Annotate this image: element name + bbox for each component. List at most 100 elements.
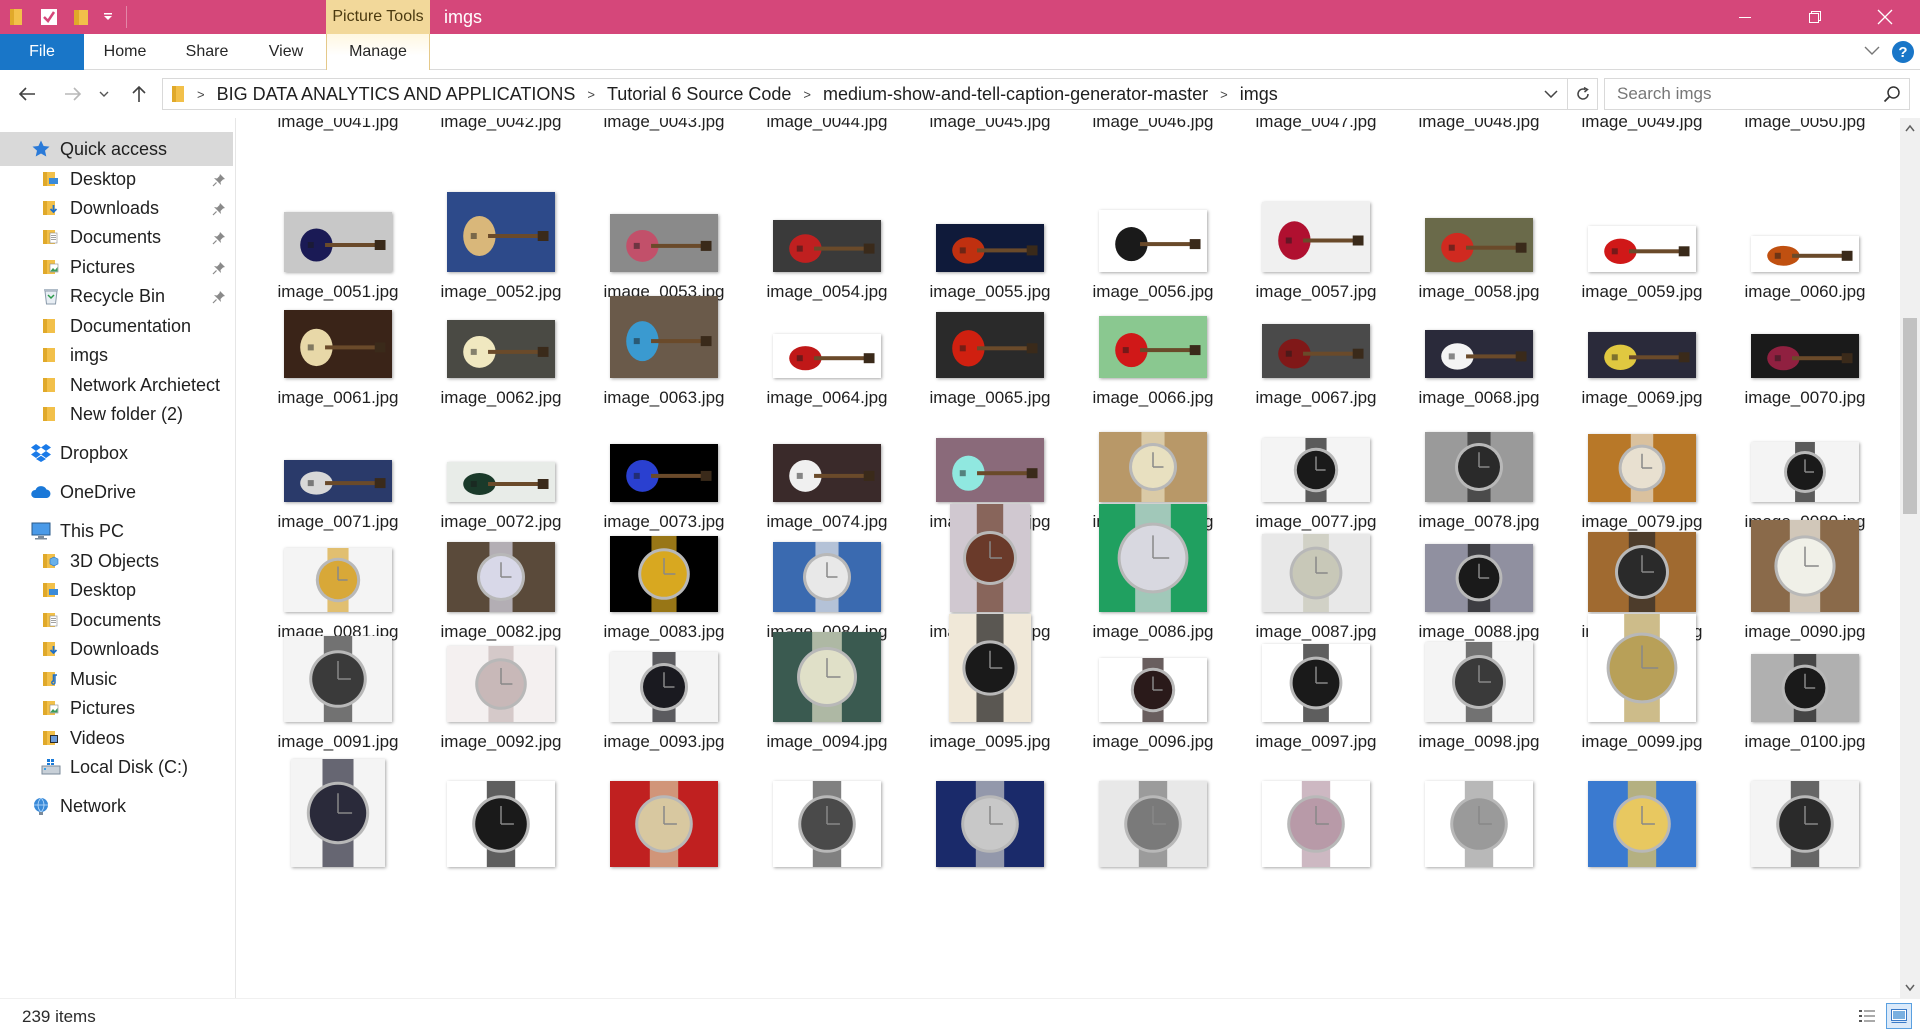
recycle-bin-icon [40, 286, 62, 306]
breadcrumb-item[interactable]: imgs [1232, 84, 1286, 105]
file-tile[interactable]: image_0100.jpg [1730, 586, 1880, 752]
sidebar-item-label: Desktop [70, 168, 137, 189]
folder-icon [163, 79, 193, 109]
help-icon[interactable]: ? [1892, 41, 1914, 63]
customize-toolbar-chevron-icon[interactable] [100, 4, 116, 30]
large-icons-view-icon[interactable] [1886, 1003, 1912, 1029]
file-name[interactable]: image_0042.jpg [426, 118, 576, 132]
minimize-button[interactable] [1710, 0, 1780, 34]
file-name[interactable]: image_0049.jpg [1567, 118, 1717, 132]
scrollbar-thumb[interactable] [1903, 318, 1917, 514]
thumbnail-frame [1078, 242, 1228, 378]
file-name[interactable]: image_0044.jpg [752, 118, 902, 132]
file-tile[interactable]: image_0095.jpg [915, 586, 1065, 752]
onedrive-icon [30, 482, 52, 502]
tab-home[interactable]: Home [96, 34, 154, 70]
refresh-button[interactable] [1568, 78, 1598, 110]
address-bar[interactable]: > BIG DATA ANALYTICS AND APPLICATIONS > … [162, 78, 1568, 110]
sidebar-item[interactable]: OneDrive [0, 475, 235, 509]
search-icon[interactable] [1883, 85, 1901, 108]
sidebar-item[interactable]: Recycle Bin [0, 279, 235, 313]
search-input[interactable] [1615, 83, 1865, 105]
recent-locations-chevron-icon[interactable] [94, 80, 114, 108]
sidebar-item[interactable]: Documents [0, 220, 235, 254]
thumbnail-frame [915, 731, 1065, 867]
file-tile[interactable] [752, 731, 902, 867]
file-name[interactable]: image_0043.jpg [589, 118, 739, 132]
file-name[interactable]: image_0045.jpg [915, 118, 1065, 132]
file-tile[interactable] [1567, 731, 1717, 867]
breadcrumb-separator-icon[interactable]: > [1216, 87, 1232, 102]
sidebar-item[interactable]: Local Disk (C:) [0, 750, 235, 784]
file-name[interactable]: image_0050.jpg [1730, 118, 1880, 132]
tab-file[interactable]: File [0, 34, 84, 70]
pin-icon[interactable] [212, 288, 226, 309]
file-list-view[interactable]: image_0041.jpg image_0042.jpg image_0043.j… [237, 118, 1900, 998]
pin-icon[interactable] [212, 200, 226, 221]
file-tile[interactable]: image_0091.jpg [263, 586, 413, 752]
sidebar-item[interactable]: Quick access [0, 132, 233, 166]
file-name[interactable]: image_0047.jpg [1241, 118, 1391, 132]
sidebar-item-label: Pictures [70, 697, 136, 718]
breadcrumb-item[interactable]: medium-show-and-tell-caption-generator-m… [815, 84, 1216, 105]
sidebar-item[interactable]: Desktop [0, 573, 235, 607]
scroll-down-arrow-icon[interactable] [1900, 978, 1920, 998]
file-tile[interactable]: image_0093.jpg [589, 586, 739, 752]
sidebar-item[interactable]: Pictures [0, 691, 235, 725]
breadcrumb-separator-icon[interactable]: > [799, 87, 815, 102]
file-tile[interactable]: image_0096.jpg [1078, 586, 1228, 752]
properties-icon[interactable] [36, 4, 62, 30]
file-tile[interactable]: image_0097.jpg [1241, 586, 1391, 752]
tab-share[interactable]: Share [178, 34, 236, 70]
sidebar-item[interactable]: New folder (2) [0, 397, 235, 431]
breadcrumb-item[interactable]: Tutorial 6 Source Code [599, 84, 799, 105]
up-button[interactable] [124, 80, 154, 108]
vertical-scrollbar[interactable] [1900, 118, 1920, 998]
sidebar-item[interactable]: This PC [0, 514, 235, 548]
sidebar-item[interactable]: Dropbox [0, 436, 235, 470]
expand-ribbon-chevron-icon[interactable] [1864, 43, 1880, 61]
pin-icon[interactable] [212, 259, 226, 280]
sidebar-item-label: Pictures [70, 256, 136, 277]
back-button[interactable] [12, 80, 42, 108]
pin-icon[interactable] [212, 171, 226, 192]
scroll-up-arrow-icon[interactable] [1900, 118, 1920, 138]
file-tile[interactable] [426, 731, 576, 867]
file-tile[interactable]: image_0092.jpg [426, 586, 576, 752]
thumbnail-frame [589, 242, 739, 378]
folder-icon[interactable] [4, 4, 30, 30]
forward-button[interactable] [58, 80, 88, 108]
breadcrumb-item[interactable]: BIG DATA ANALYTICS AND APPLICATIONS [209, 84, 584, 105]
view-switcher [1854, 1003, 1912, 1029]
breadcrumb-separator-icon[interactable]: > [583, 87, 599, 102]
file-name[interactable]: image_0041.jpg [263, 118, 413, 132]
details-view-icon[interactable] [1854, 1003, 1880, 1029]
file-name[interactable]: image_0046.jpg [1078, 118, 1228, 132]
search-box[interactable] [1604, 78, 1910, 110]
watch-thumbnail [284, 636, 392, 722]
file-tile[interactable] [1404, 731, 1554, 867]
file-tile[interactable] [915, 731, 1065, 867]
close-button[interactable] [1850, 0, 1920, 34]
sidebar-item[interactable]: Network [0, 789, 235, 823]
address-history-chevron-icon[interactable] [1541, 83, 1561, 105]
breadcrumb-separator-icon[interactable]: > [193, 87, 209, 102]
new-folder-icon[interactable] [68, 4, 94, 30]
file-tile[interactable]: image_0099.jpg [1567, 586, 1717, 752]
sidebar-item[interactable]: Downloads [0, 632, 235, 666]
file-tile[interactable]: image_0098.jpg [1404, 586, 1554, 752]
toolbar-separator [126, 6, 127, 28]
file-tile[interactable] [1078, 731, 1228, 867]
tab-manage[interactable]: Manage [326, 34, 430, 70]
file-name[interactable]: image_0048.jpg [1404, 118, 1554, 132]
pin-icon[interactable] [212, 229, 226, 250]
file-tile[interactable] [263, 731, 413, 867]
file-tile[interactable] [1241, 731, 1391, 867]
folder-icon [40, 404, 62, 424]
tab-view[interactable]: View [262, 34, 310, 70]
file-tile[interactable] [1730, 731, 1880, 867]
restore-button[interactable] [1780, 0, 1850, 34]
file-tile[interactable]: image_0094.jpg [752, 586, 902, 752]
file-tile[interactable] [589, 731, 739, 867]
sidebar-item[interactable]: imgs [0, 338, 235, 372]
